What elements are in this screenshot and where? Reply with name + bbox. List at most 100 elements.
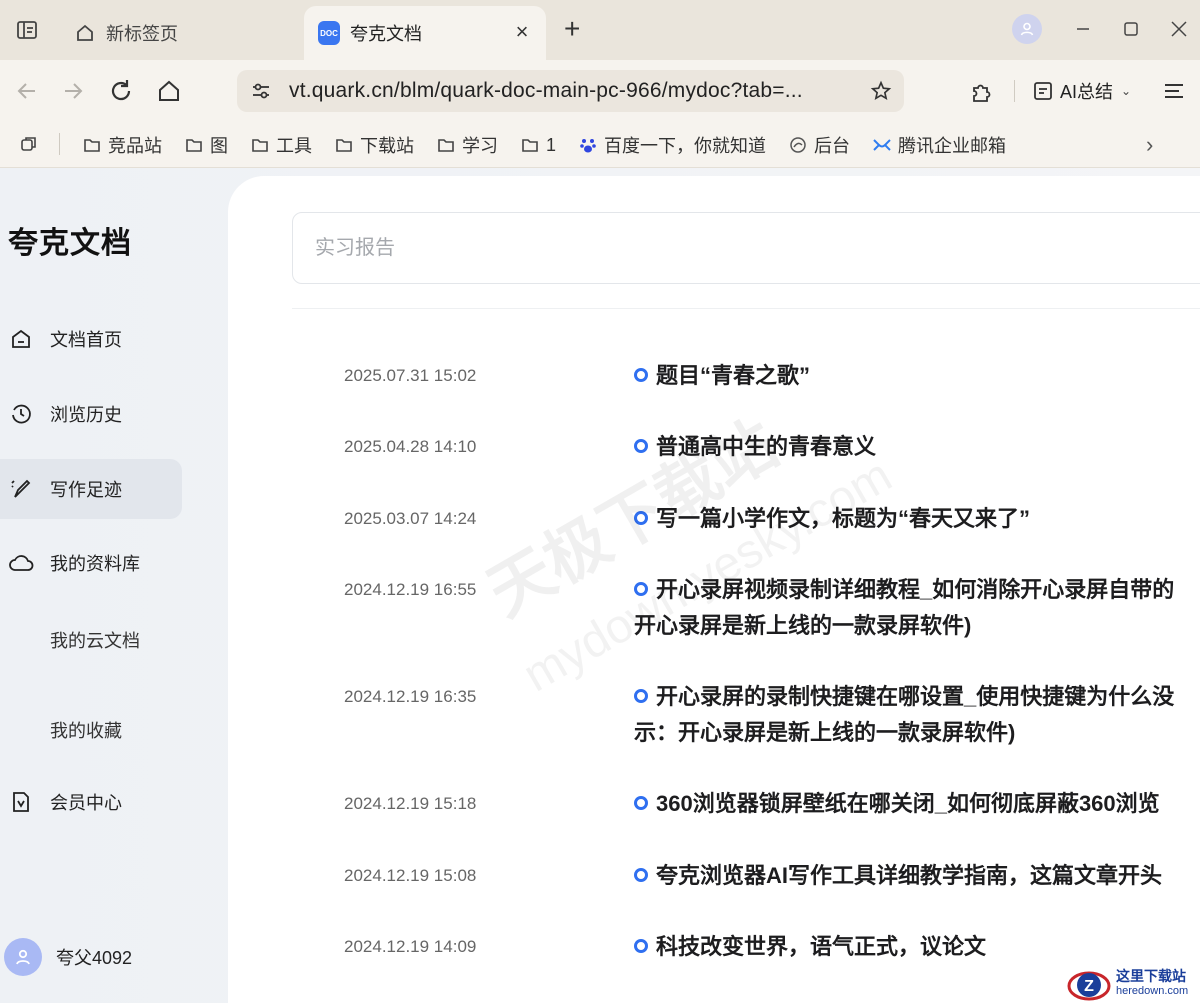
logo-icon: Z xyxy=(1066,966,1112,1002)
url-text[interactable]: vt.quark.cn/blm/quark-doc-main-pc-966/my… xyxy=(289,79,849,103)
toolbar-divider xyxy=(1014,80,1015,102)
folder-icon xyxy=(82,135,102,155)
record-title[interactable]: 360浏览器锁屏壁纸在哪关闭_如何彻底屏蔽360浏览 xyxy=(634,786,1200,822)
back-button[interactable] xyxy=(12,76,42,106)
record-time: 2025.07.31 15:02 xyxy=(344,366,477,385)
bookmark-item[interactable]: 下载站 xyxy=(334,132,414,158)
bookmark-item[interactable]: 学习 xyxy=(436,132,498,158)
close-tab-button[interactable]: × xyxy=(510,20,534,44)
site-settings-icon[interactable] xyxy=(249,79,273,103)
bullet-icon xyxy=(634,868,648,882)
bookmarks-bar: 竞品站 图 工具 下载站 学习 1 百度一下，你就知道 后台 腾讯企业邮箱 › xyxy=(0,122,1200,168)
ai-summary-icon xyxy=(1032,80,1054,102)
sidebar-item-member[interactable]: 会员中心 xyxy=(0,772,182,832)
sidebar-item-label: 写作足迹 xyxy=(50,480,122,500)
tab-label: 新标签页 xyxy=(106,24,178,44)
bookmark-item[interactable]: 后台 xyxy=(788,132,850,158)
folder-icon xyxy=(436,135,456,155)
bookmark-item[interactable]: 竞品站 xyxy=(82,132,162,158)
sidebar-item-history[interactable]: 浏览历史 xyxy=(0,384,182,444)
bullet-icon xyxy=(634,368,648,382)
bookmark-item[interactable]: 工具 xyxy=(250,132,312,158)
member-icon xyxy=(8,789,34,815)
profile-avatar[interactable] xyxy=(1012,14,1042,44)
record-title[interactable]: 夸克浏览器AI写作工具详细教学指南，这篇文章开头 xyxy=(634,858,1200,894)
sidebar-item-writing[interactable]: 写作足迹 xyxy=(0,459,182,519)
home-icon xyxy=(74,22,96,44)
user-name: 夸父4092 xyxy=(56,948,133,968)
record-time: 2024.12.19 16:55 xyxy=(344,580,477,599)
bullet-icon xyxy=(634,582,648,596)
folder-icon xyxy=(250,135,270,155)
record-time: 2025.04.28 14:10 xyxy=(344,437,477,456)
logo-url: heredown.com xyxy=(1116,984,1189,997)
doc-icon: DOC xyxy=(318,21,340,45)
sidebar: 夸克文档 文档首页 浏览历史 写作足迹 我的资料库 我的云文档 我的收藏 会员中… xyxy=(0,168,228,1003)
sidebar-item-doc-home[interactable]: 文档首页 xyxy=(0,309,182,369)
cloud-icon xyxy=(8,550,34,576)
ai-summary-button[interactable]: AI总结 ⌄ xyxy=(1032,76,1131,106)
search-box[interactable] xyxy=(292,212,1200,284)
folder-icon xyxy=(520,135,540,155)
sidebar-item-label: 我的资料库 xyxy=(50,554,140,574)
bookmark-item[interactable]: 腾讯企业邮箱 xyxy=(872,132,1006,158)
record-title[interactable]: 普通高中生的青春意义 xyxy=(634,429,1200,465)
baidu-icon xyxy=(578,135,598,155)
reload-button[interactable] xyxy=(106,76,136,106)
tab-quark-doc[interactable]: DOC 夸克文档 × xyxy=(304,6,546,60)
search-input[interactable] xyxy=(293,213,1200,283)
record-time: 2024.12.19 14:09 xyxy=(344,937,477,956)
record-time: 2024.12.19 15:08 xyxy=(344,866,477,885)
sidebar-item-cloud-docs[interactable]: 我的云文档 xyxy=(50,627,140,653)
tab-label: 夸克文档 xyxy=(350,24,422,44)
mail-icon xyxy=(872,135,892,155)
page-content: 夸克文档 文档首页 浏览历史 写作足迹 我的资料库 我的云文档 我的收藏 会员中… xyxy=(0,168,1200,1003)
record-time: 2024.12.19 15:18 xyxy=(344,794,477,813)
record-title[interactable]: 写一篇小学作文，标题为“春天又来了” xyxy=(634,501,1200,537)
bookmark-divider xyxy=(59,133,60,155)
extensions-icon[interactable] xyxy=(966,77,996,107)
tab-actions-icon[interactable] xyxy=(16,19,38,41)
record-title[interactable]: 开心录屏的录制快捷键在哪设置_使用快捷键为什么没 示：开心录屏是新上线的一款录屏软… xyxy=(634,679,1200,751)
chevron-down-icon: ⌄ xyxy=(1121,84,1132,98)
bookmark-list: 竞品站 图 工具 下载站 学习 1 百度一下，你就知道 后台 腾讯企业邮箱 xyxy=(82,122,1028,168)
folder-icon xyxy=(334,135,354,155)
ai-summary-label: AI总结 xyxy=(1060,82,1114,102)
logo-title: 这里下载站 xyxy=(1116,968,1186,985)
minimize-button[interactable] xyxy=(1068,14,1098,44)
record-title[interactable]: 科技改变世界，语气正式，议论文 xyxy=(634,929,1200,965)
forward-button[interactable] xyxy=(58,76,88,106)
tab-new-tab-page[interactable]: 新标签页 xyxy=(64,6,304,60)
globe-icon xyxy=(788,135,808,155)
bookmark-item[interactable]: 1 xyxy=(520,135,556,156)
sidebar-item-favorites[interactable]: 我的收藏 xyxy=(50,717,122,743)
sidebar-item-label: 会员中心 xyxy=(50,793,122,813)
pen-icon xyxy=(8,476,34,502)
home-icon xyxy=(8,326,34,352)
home-button[interactable] xyxy=(154,76,184,106)
address-toolbar: vt.quark.cn/blm/quark-doc-main-pc-966/my… xyxy=(0,60,1200,122)
address-bar[interactable]: vt.quark.cn/blm/quark-doc-main-pc-966/my… xyxy=(237,70,904,112)
bullet-icon xyxy=(634,939,648,953)
history-icon xyxy=(8,401,34,427)
svg-text:Z: Z xyxy=(1084,978,1094,995)
record-title[interactable]: 开心录屏视频录制详细教程_如何消除开心录屏自带的 开心录屏是新上线的一款录屏软件) xyxy=(634,572,1200,644)
tab-groups-icon[interactable] xyxy=(18,133,40,155)
tab-strip: 新标签页 DOC 夸克文档 × + xyxy=(0,0,1200,60)
bullet-icon xyxy=(634,511,648,525)
record-title[interactable]: 题目“青春之歌” xyxy=(634,358,1200,394)
sidebar-item-library[interactable]: 我的资料库 xyxy=(0,533,182,593)
corner-logo: Z 这里下载站 heredown.com xyxy=(1066,964,1200,1003)
bookmarks-overflow-button[interactable]: › xyxy=(1146,132,1153,158)
main-panel: 2025.07.31 15:02 题目“青春之歌” 2025.04.28 14:… xyxy=(228,176,1200,1003)
bullet-icon xyxy=(634,796,648,810)
bookmark-item[interactable]: 百度一下，你就知道 xyxy=(578,132,766,158)
close-window-button[interactable] xyxy=(1164,14,1194,44)
maximize-button[interactable] xyxy=(1116,14,1146,44)
sidebar-item-label: 浏览历史 xyxy=(50,405,122,425)
menu-icon[interactable] xyxy=(1160,77,1188,105)
user-profile[interactable]: 夸父4092 xyxy=(4,938,132,976)
bookmark-star-icon[interactable] xyxy=(868,78,894,104)
bookmark-item[interactable]: 图 xyxy=(184,132,228,158)
new-tab-button[interactable]: + xyxy=(564,14,580,44)
